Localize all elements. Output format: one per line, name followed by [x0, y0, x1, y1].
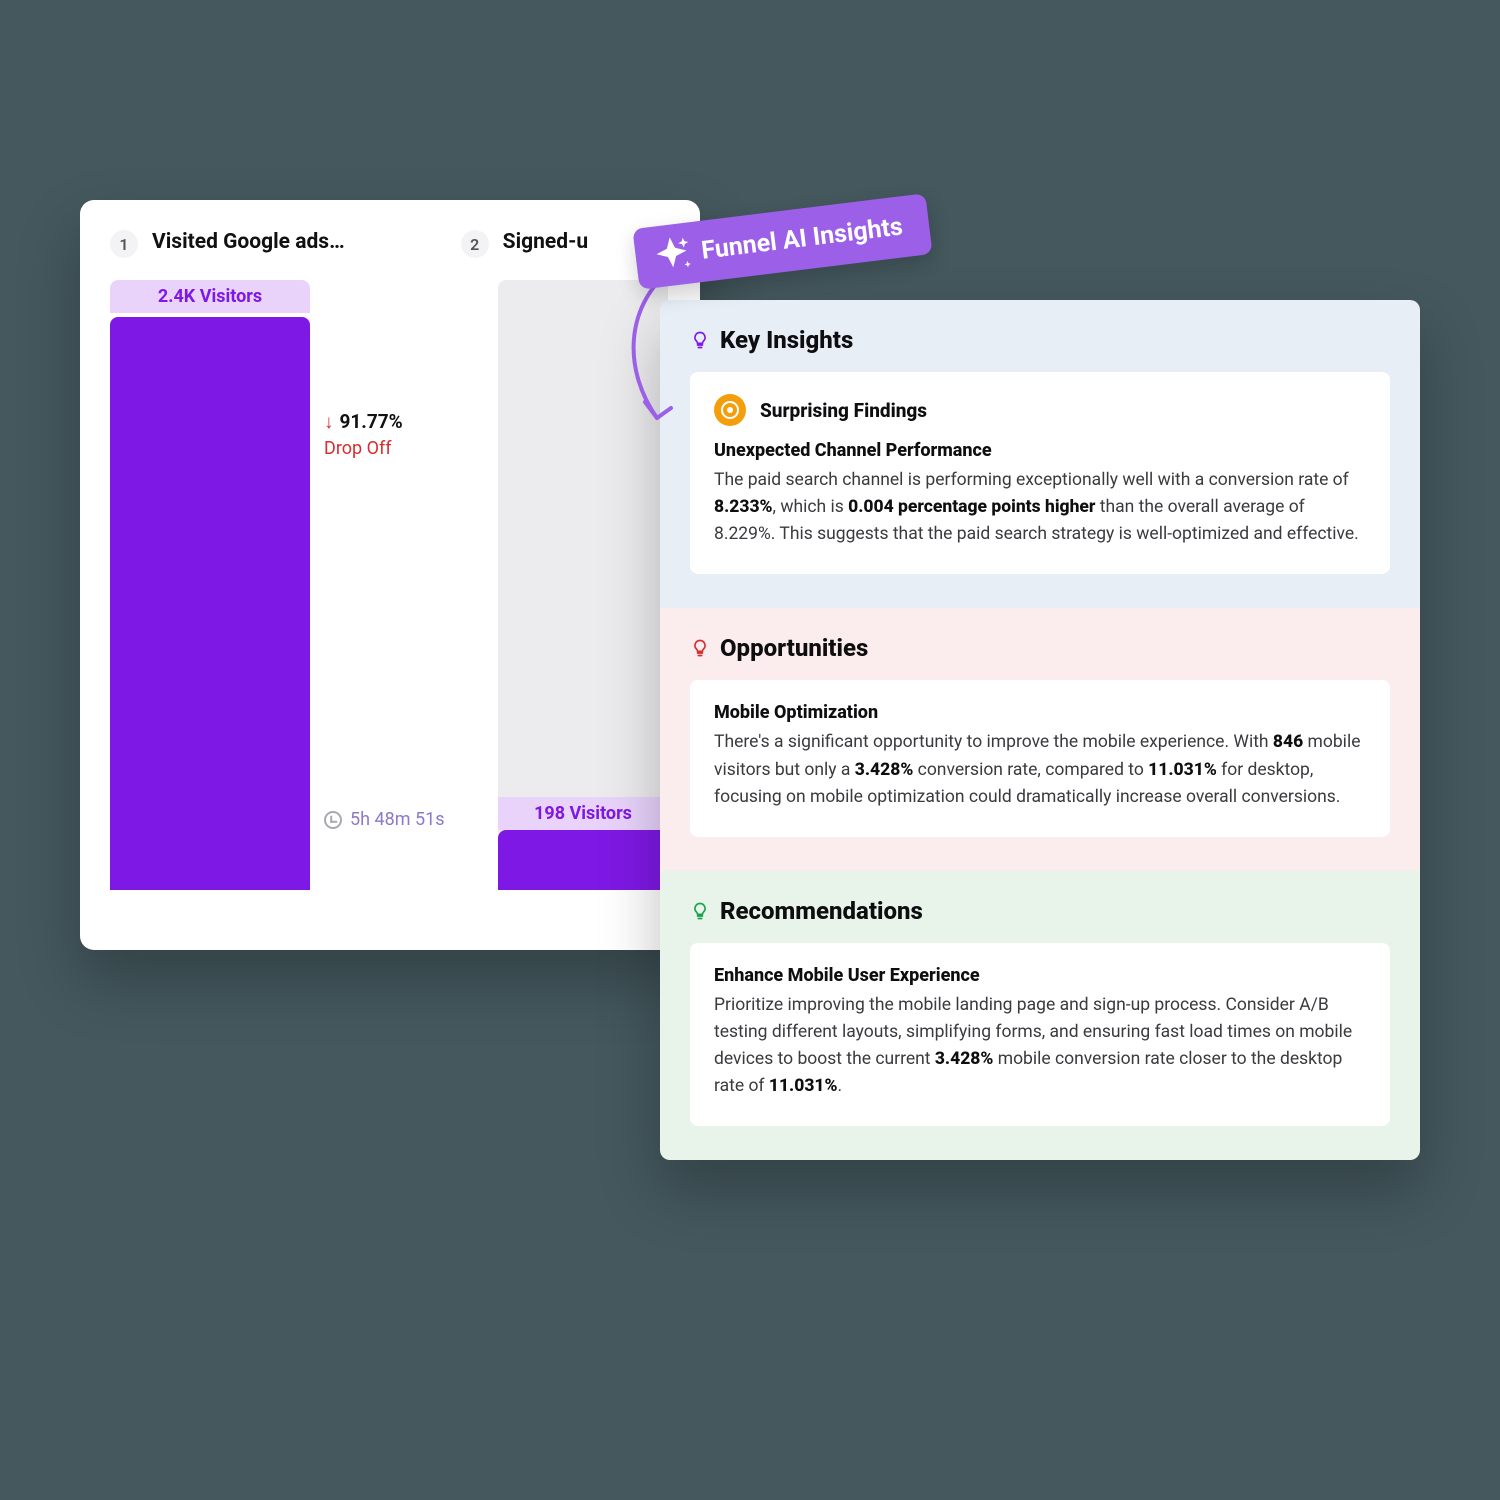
card-heading: Mobile Optimization [714, 702, 1366, 723]
funnel-bar-2: 198 Visitors [498, 280, 668, 890]
funnel-bars: 2.4K Visitors ↓ 91.77% Drop Off 5h 48m 51… [110, 280, 680, 890]
funnel-step-headers: 1 Visited Google ads… 2 Signed-u [110, 230, 680, 258]
section-recommendations: Recommendations Enhance Mobile User Expe… [660, 871, 1420, 1161]
step-label: Visited Google ads… [152, 230, 345, 258]
bar-meta: ↓ 91.77% Drop Off 5h 48m 51s [324, 280, 474, 890]
bar-slot: 198 Visitors [498, 280, 668, 890]
lightbulb-icon [690, 638, 710, 658]
avg-time-stat: 5h 48m 51s [324, 809, 474, 830]
dropoff-label: Drop Off [324, 438, 474, 459]
avg-time-value: 5h 48m 51s [350, 809, 445, 830]
banner-label: Funnel AI Insights [700, 212, 905, 265]
step-index-badge: 1 [110, 230, 138, 258]
insight-card: Surprising Findings Unexpected Channel P… [690, 372, 1390, 574]
card-heading: Unexpected Channel Performance [714, 440, 1366, 461]
lightbulb-icon [690, 901, 710, 921]
card-body: Prioritize improving the mobile landing … [714, 992, 1366, 1101]
funnel-bar-1: 2.4K Visitors ↓ 91.77% Drop Off 5h 48m 51… [110, 280, 474, 890]
dropoff-stat: ↓ 91.77% Drop Off [324, 410, 474, 459]
step-index-badge: 2 [461, 230, 489, 258]
section-opportunities: Opportunities Mobile Optimization There'… [660, 608, 1420, 870]
bar-slot: 2.4K Visitors [110, 280, 310, 890]
stopwatch-icon [324, 811, 342, 829]
bar-visitors-label: 198 Visitors [498, 797, 668, 830]
section-title: Key Insights [720, 326, 853, 354]
bar-fill [110, 317, 310, 890]
section-title: Recommendations [720, 897, 923, 925]
arrow-down-icon: ↓ [324, 410, 334, 433]
insight-card: Mobile Optimization There's a significan… [690, 680, 1390, 836]
insight-card: Enhance Mobile User Experience Prioritiz… [690, 943, 1390, 1127]
card-subtitle: Surprising Findings [760, 399, 927, 422]
dropoff-pct: 91.77% [340, 410, 403, 433]
section-key-insights: Key Insights Surprising Findings Unexpec… [660, 300, 1420, 608]
bar-fill [498, 830, 668, 890]
bar-visitors-label: 2.4K Visitors [110, 280, 310, 313]
insights-panel: Key Insights Surprising Findings Unexpec… [660, 300, 1420, 1160]
step-label: Signed-u [503, 230, 588, 258]
card-body: The paid search channel is performing ex… [714, 467, 1366, 548]
funnel-step-1: 1 Visited Google ads… [110, 230, 345, 258]
funnel-card: 1 Visited Google ads… 2 Signed-u 2.4K Vi… [80, 200, 700, 950]
funnel-step-2: 2 Signed-u [461, 230, 588, 258]
card-heading: Enhance Mobile User Experience [714, 965, 1366, 986]
sparkle-star-icon [647, 231, 696, 280]
target-icon [714, 394, 746, 426]
section-title: Opportunities [720, 634, 868, 662]
lightbulb-icon [690, 330, 710, 350]
card-body: There's a significant opportunity to imp… [714, 729, 1366, 810]
